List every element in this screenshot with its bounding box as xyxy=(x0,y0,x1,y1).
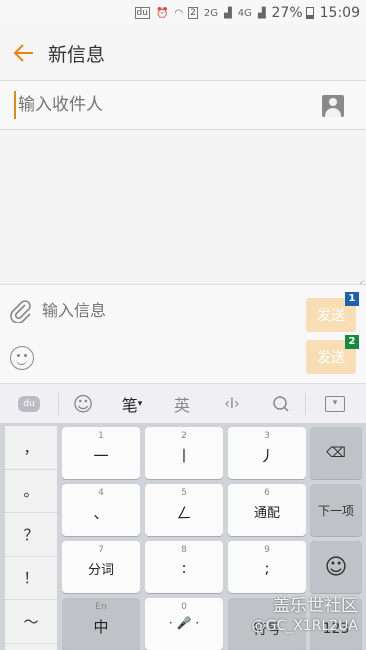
search-icon[interactable] xyxy=(257,384,305,424)
network-4g-label: 4G xyxy=(237,7,252,19)
message-area xyxy=(0,130,366,284)
emoji-icon[interactable] xyxy=(10,346,34,370)
recipient-input[interactable] xyxy=(14,91,294,119)
send-label: 发送 xyxy=(317,350,345,366)
message-input[interactable] xyxy=(42,297,292,323)
punctuation-column: ， 。 ？ ！ ～ xyxy=(5,426,57,650)
network-2g-label: 2G xyxy=(203,7,218,19)
keyboard-toolbar: du ☺ 笔 ▾ 英 ‹I› ▾ xyxy=(0,383,366,423)
emoji-icon[interactable]: ☺ xyxy=(59,384,107,424)
watermark: 盖乐世社区 @GC_X1RL2UA xyxy=(251,596,358,634)
key-3[interactable]: 3丿 xyxy=(228,427,306,479)
space-voice-key[interactable]: 0 · 🎤 · xyxy=(145,598,223,650)
backspace-key[interactable]: ⌫ xyxy=(310,427,362,479)
emoji-key[interactable]: ☺ xyxy=(310,541,362,593)
key-5[interactable]: 5ㄥ xyxy=(145,484,223,536)
key-8[interactable]: 8: xyxy=(145,541,223,593)
signal-icon: ▟ xyxy=(223,7,232,19)
status-bar: du ⏰ ◠ 2 2G ▟ 4G ▟ 27% 15:09 xyxy=(0,0,366,26)
next-item-key[interactable]: 下一项 xyxy=(310,484,362,536)
send-label: 发送 xyxy=(317,308,345,324)
key-1[interactable]: 1一 xyxy=(62,427,140,479)
key-7[interactable]: 7 分词 xyxy=(62,541,140,593)
stroke-input-tab[interactable]: 笔 ▾ xyxy=(107,384,157,424)
hide-keyboard-icon[interactable]: ▾ xyxy=(306,384,364,424)
key-9[interactable]: 9; xyxy=(228,541,306,593)
compose-area: 发送 1 发送 2 xyxy=(0,285,366,383)
sim-indicator: 2 xyxy=(188,7,198,19)
key-6[interactable]: 6 通配 xyxy=(228,484,306,536)
page-title: 新信息 xyxy=(48,43,106,66)
sim1-badge: 1 xyxy=(345,292,359,306)
battery-percent: 27% xyxy=(271,5,303,21)
wifi-icon: ◠ xyxy=(174,7,184,19)
carrier-icon: du xyxy=(134,7,150,19)
cursor-icon[interactable]: ‹I› xyxy=(207,384,257,424)
key-2[interactable]: 2丨 xyxy=(145,427,223,479)
punct-key[interactable]: ？ xyxy=(5,513,57,557)
contact-picker-icon[interactable] xyxy=(322,95,344,117)
back-arrow-icon[interactable] xyxy=(0,26,48,80)
alarm-icon: ⏰ xyxy=(155,7,169,19)
english-input-tab[interactable]: 英 xyxy=(157,384,207,424)
paperclip-icon[interactable] xyxy=(10,299,34,324)
language-key[interactable]: En 中 xyxy=(62,598,140,650)
recipient-row xyxy=(0,81,366,129)
punct-key[interactable]: 。 xyxy=(5,470,57,513)
signal-icon-2: ▟ xyxy=(257,7,266,19)
clock: 15:09 xyxy=(319,5,360,21)
backspace-icon: ⌫ xyxy=(326,445,346,461)
sim2-badge: 2 xyxy=(345,335,359,349)
punct-key[interactable]: ， xyxy=(5,426,57,470)
app-bar: 新信息 xyxy=(0,26,366,80)
microphone-icon: · 🎤 · xyxy=(168,616,200,630)
smiley-icon: ☺ xyxy=(324,554,348,580)
punct-key[interactable]: ！ xyxy=(5,557,57,600)
punct-key[interactable]: ～ xyxy=(5,600,57,644)
key-4[interactable]: 4、 xyxy=(62,484,140,536)
battery-icon xyxy=(305,7,314,19)
ime-logo-icon[interactable]: du xyxy=(0,384,58,424)
